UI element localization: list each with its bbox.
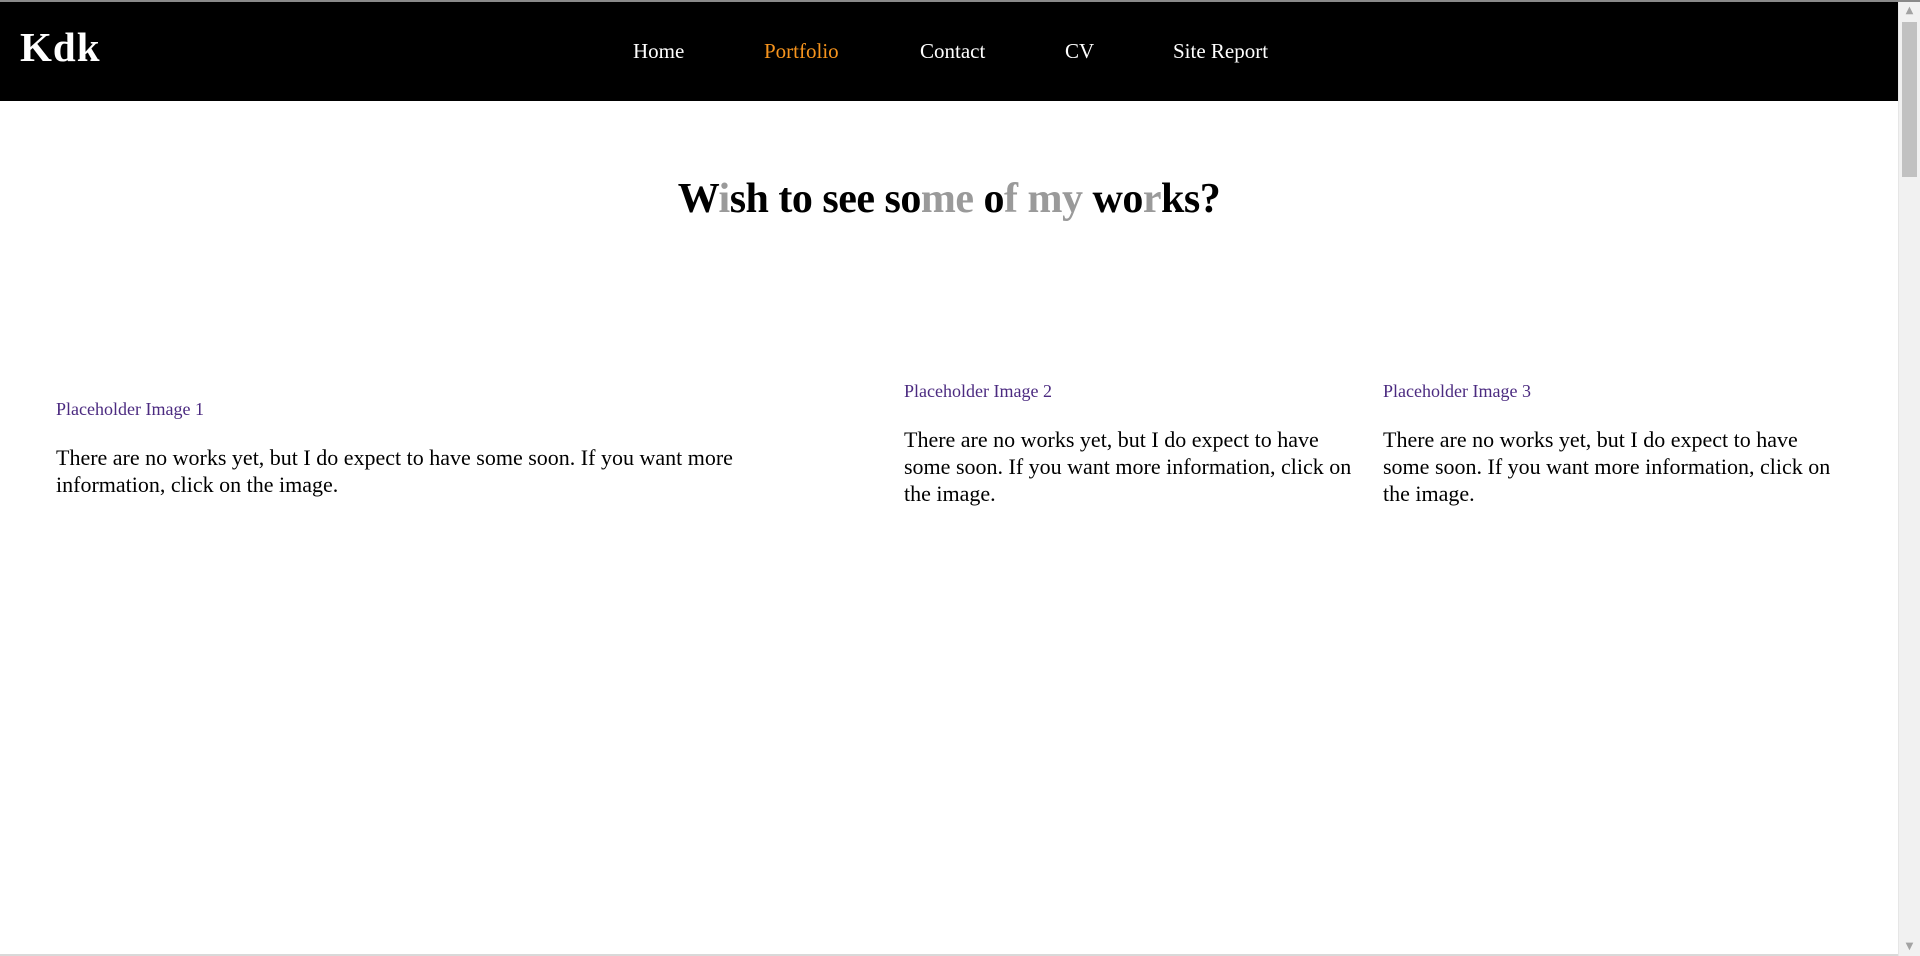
scroll-up-arrow-icon[interactable]: ▲ xyxy=(1899,2,1920,19)
nav-link-cv[interactable]: CV xyxy=(1065,41,1094,62)
portfolio-card-1: Placeholder Image 1 There are no works y… xyxy=(56,400,846,498)
portfolio-card-3: Placeholder Image 3 There are no works y… xyxy=(1383,382,1848,507)
nav-link-home[interactable]: Home xyxy=(633,41,684,62)
scroll-down-arrow-icon[interactable]: ▼ xyxy=(1899,938,1920,955)
heading-part: me xyxy=(920,176,974,223)
card-description: There are no works yet, but I do expect … xyxy=(56,445,733,497)
heading-part: ks? xyxy=(1161,176,1221,223)
card-description: There are no works yet, but I do expect … xyxy=(904,427,1352,506)
nav-link-site-report[interactable]: Site Report xyxy=(1173,41,1268,62)
navbar: Kdk Home Portfolio Contact CV Site Repor… xyxy=(0,2,1898,101)
heading-part: r xyxy=(1142,176,1162,223)
heading-part xyxy=(1018,176,1028,222)
heading-part: sh to see so xyxy=(729,176,922,223)
heading-part: o xyxy=(973,176,1005,223)
portfolio-card-2: Placeholder Image 2 There are no works y… xyxy=(904,382,1369,507)
nav-link-portfolio[interactable]: Portfolio xyxy=(764,41,839,62)
page-heading: Wish to see some of my works? xyxy=(0,178,1898,220)
heading-part: i xyxy=(718,176,731,223)
scroll-thumb[interactable] xyxy=(1902,22,1917,177)
brand-logo[interactable]: Kdk xyxy=(20,27,101,68)
placeholder-image-link[interactable]: Placeholder Image 1 xyxy=(56,400,846,418)
vertical-scrollbar[interactable]: ▲ ▼ xyxy=(1898,2,1920,956)
heading-part: W xyxy=(677,176,719,223)
heading-part: wo xyxy=(1082,176,1144,223)
placeholder-image-link[interactable]: Placeholder Image 3 xyxy=(1383,382,1848,400)
heading-part: my xyxy=(1027,176,1084,223)
heading-part: f xyxy=(1004,176,1018,223)
card-description: There are no works yet, but I do expect … xyxy=(1383,427,1831,506)
nav-link-contact[interactable]: Contact xyxy=(920,41,985,62)
placeholder-image-link[interactable]: Placeholder Image 2 xyxy=(904,382,1369,400)
